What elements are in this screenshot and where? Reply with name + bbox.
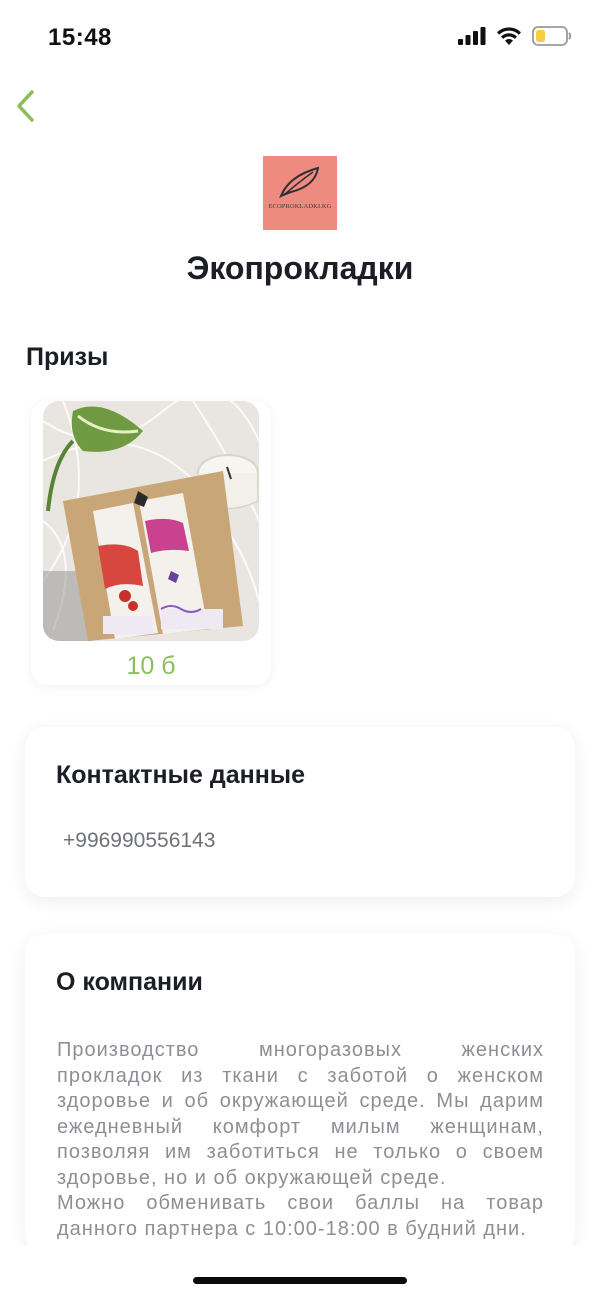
bottom-safe-area [0,1245,600,1297]
contacts-title: Контактные данные [56,761,306,789]
about-card: О компании Производство многоразовых жен… [25,934,575,1254]
about-description: Производство многоразовых женских прокла… [57,1038,544,1242]
product-photo [43,401,259,641]
prize-image [43,401,259,641]
company-logo: ECOPROKLADKI.KG [263,156,337,230]
home-indicator[interactable] [193,1277,407,1284]
status-bar: 15:48 [0,0,600,78]
phone-link[interactable]: +996990556143 [63,829,215,853]
status-icons [458,26,572,46]
chevron-left-icon [17,90,34,122]
prize-points: 10 б [126,652,176,680]
status-time: 15:48 [48,24,112,51]
logo-text: ECOPROKLADKI.KG [268,203,332,210]
about-paragraph: Можно обменивать свои баллы на товар дан… [57,1192,544,1240]
about-title: О компании [56,968,203,996]
battery-icon [532,26,572,46]
back-button[interactable] [10,88,40,124]
company-name: Экопрокладки [186,250,414,286]
about-paragraph: Производство многоразовых женских прокла… [57,1039,544,1189]
leaf-icon [279,166,320,199]
prize-card[interactable] [31,401,271,685]
contacts-card: Контактные данные +996990556143 [25,727,575,897]
signal-icon [458,27,486,45]
wifi-icon [497,27,521,45]
prizes-title: Призы [26,343,109,371]
